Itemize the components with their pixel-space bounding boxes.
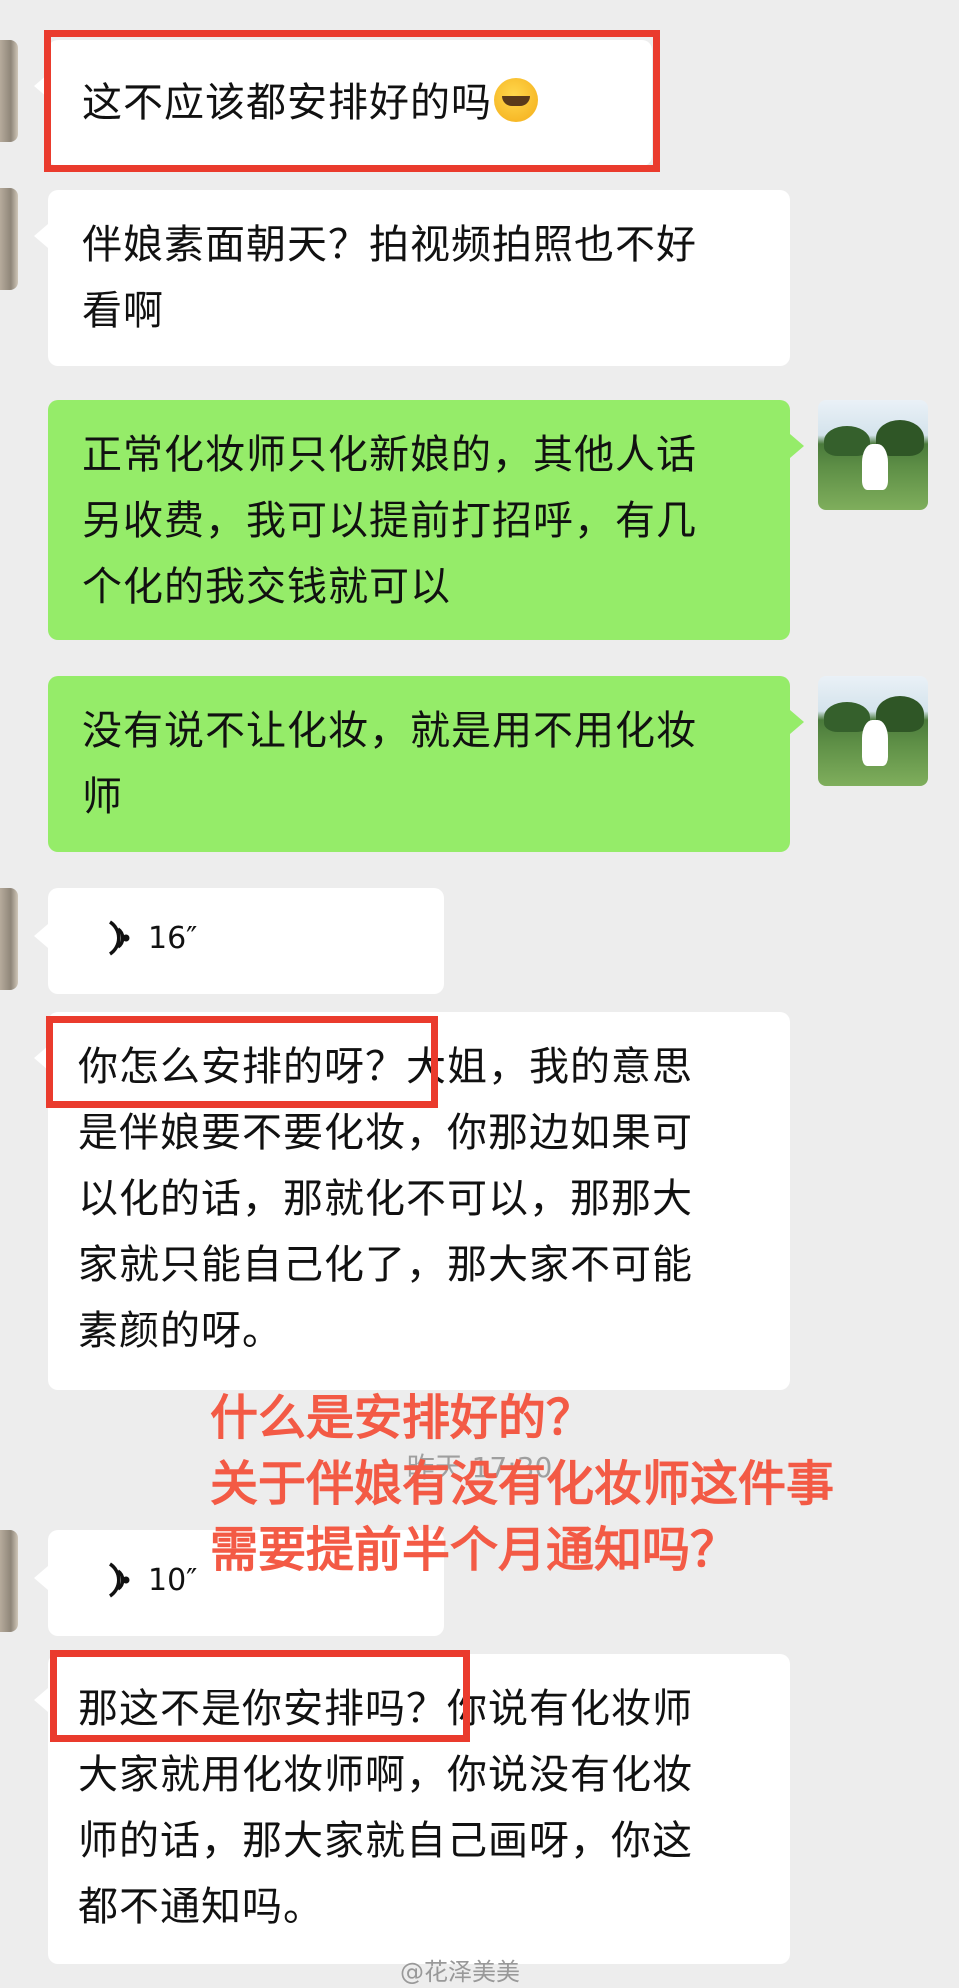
- message-text-line: 另收费，我可以提前打招呼，有几: [82, 498, 697, 544]
- voice-message[interactable]: 16″: [34, 888, 444, 994]
- message-text-line: 素颜的呀。: [78, 1308, 283, 1354]
- message-text-line: 个化的我交钱就可以: [82, 564, 451, 610]
- message-text-line: 伴娘素面朝天？拍视频拍照也不好: [82, 222, 697, 268]
- message-text-line: 正常化妆师只化新娘的，其他人话: [82, 432, 697, 478]
- highlight-box: [44, 30, 660, 172]
- highlight-box: [50, 1650, 470, 1742]
- message-text-line: 没有说不让化妆，就是用不用化妆: [82, 708, 697, 754]
- contact-avatar[interactable]: [0, 188, 18, 290]
- message-text-line: 都不通知吗。: [78, 1884, 324, 1930]
- voice-duration: 16″: [148, 921, 198, 956]
- my-avatar[interactable]: [818, 400, 928, 510]
- contact-avatar[interactable]: [0, 40, 18, 142]
- contact-avatar[interactable]: [0, 888, 18, 990]
- message-bubble[interactable]: 正常化妆师只化新娘的，其他人话 另收费，我可以提前打招呼，有几 个化的我交钱就可…: [48, 400, 804, 640]
- voice-wave-icon: [108, 920, 130, 956]
- message-text-line: 是伴娘要不要化妆，你那边如果可: [78, 1110, 693, 1156]
- message-text-line: 师: [82, 774, 123, 820]
- highlight-box: [46, 1016, 438, 1108]
- message-text-line: 师的话，那大家就自己画呀，你这: [78, 1818, 693, 1864]
- annotation-line: 关于伴娘有没有化妆师这件事: [210, 1456, 835, 1512]
- annotation-overlay: 什么是安排好的？ 关于伴娘有没有化妆师这件事 需要提前半个月通知吗？: [210, 1385, 834, 1583]
- message-bubble[interactable]: 伴娘素面朝天？拍视频拍照也不好 看啊: [34, 190, 790, 366]
- annotation-line: 需要提前半个月通知吗？: [210, 1522, 739, 1578]
- message-bubble[interactable]: 没有说不让化妆，就是用不用化妆 师: [48, 676, 804, 852]
- annotation-line: 什么是安排好的？: [210, 1390, 595, 1446]
- contact-avatar[interactable]: [0, 1530, 18, 1632]
- message-text-line: 以化的话，那就化不可以，那那大: [78, 1176, 693, 1222]
- message-text-line: 家就只能自己化了，那大家不可能: [78, 1242, 693, 1288]
- message-text-line: 大家就用化妆师啊，你说没有化妆: [78, 1752, 693, 1798]
- message-text-line: 看啊: [82, 288, 164, 334]
- watermark: @花泽美美: [400, 1958, 520, 1986]
- voice-duration: 10″: [148, 1563, 198, 1598]
- voice-wave-icon: [108, 1562, 130, 1598]
- my-avatar[interactable]: [818, 676, 928, 786]
